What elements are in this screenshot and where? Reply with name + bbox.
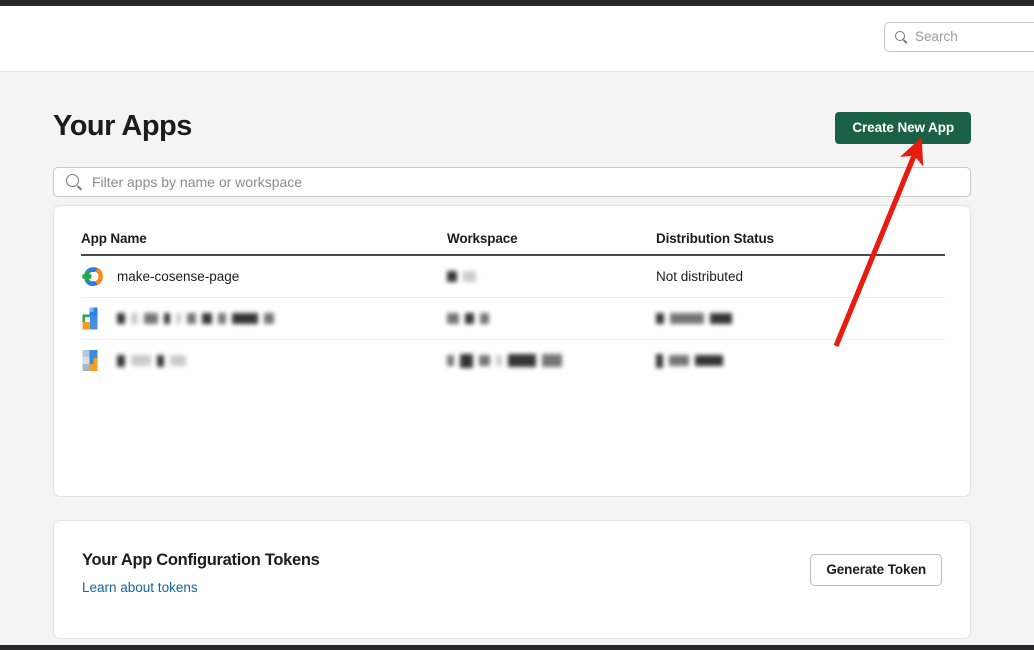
generate-token-button[interactable]: Generate Token (810, 554, 942, 586)
table-row[interactable] (81, 340, 945, 381)
column-header-workspace: Workspace (447, 231, 518, 246)
redacted-workspace-value (447, 313, 489, 324)
cell-distribution-status (656, 298, 732, 339)
cell-app-name (81, 298, 274, 339)
grid-app-icon-green-blue (81, 306, 106, 331)
redacted-distribution-value (656, 353, 723, 368)
redacted-workspace-value (447, 271, 476, 282)
site-header: Search (0, 6, 1034, 72)
app-name-label: make-cosense-page (117, 269, 240, 284)
redacted-distribution-value (656, 313, 732, 324)
create-new-app-button[interactable]: Create New App (835, 112, 971, 144)
header-search-input[interactable]: Search (884, 22, 1034, 52)
redacted-app-name-value (117, 354, 186, 367)
apps-table-header: App Name Workspace Distribution Status (81, 206, 945, 256)
filter-apps-input[interactable]: Filter apps by name or workspace (53, 167, 971, 197)
title-row: Your Apps Create New App (53, 108, 971, 148)
cosense-app-icon (81, 264, 106, 289)
cell-distribution-status: Not distributed (656, 269, 744, 284)
apps-table: App Name Workspace Distribution Status m… (81, 206, 945, 381)
search-icon (66, 173, 83, 191)
header-search-placeholder: Search (915, 29, 958, 45)
cell-distribution-status (656, 340, 723, 381)
learn-about-tokens-link[interactable]: Learn about tokens (82, 580, 198, 595)
browser-viewport: Search Your Apps Create New App Filter a… (0, 0, 1034, 650)
cell-app-name (81, 340, 186, 381)
tokens-card: Your App Configuration Tokens Learn abou… (53, 520, 971, 639)
cell-workspace (447, 340, 562, 381)
filter-apps-placeholder: Filter apps by name or workspace (92, 174, 303, 190)
table-row[interactable]: make-cosense-page Not distributed (81, 256, 945, 298)
grid-app-icon-blue-orange (81, 348, 106, 373)
redacted-workspace-value (447, 353, 562, 368)
redacted-app-name-value (117, 313, 274, 324)
tokens-title: Your App Configuration Tokens (82, 551, 320, 569)
page-title: Your Apps (53, 110, 192, 142)
browser-chrome-bottom-edge (0, 645, 1034, 650)
page-body: Your Apps Create New App Filter apps by … (0, 72, 1034, 645)
cell-app-name: make-cosense-page (81, 256, 239, 297)
table-row[interactable] (81, 298, 945, 340)
cell-workspace (447, 256, 476, 297)
search-icon (895, 30, 908, 44)
apps-card: App Name Workspace Distribution Status m… (53, 205, 971, 497)
column-header-app-name: App Name (81, 231, 147, 246)
cell-workspace (447, 298, 489, 339)
column-header-distribution-status: Distribution Status (656, 231, 774, 246)
